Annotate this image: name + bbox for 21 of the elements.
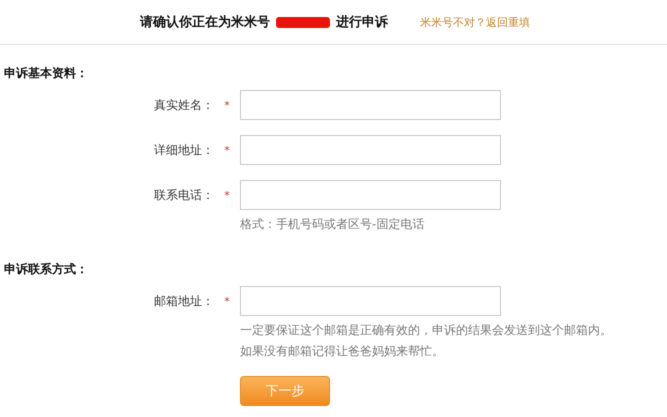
- input-field[interactable]: [240, 90, 501, 120]
- required-mark: *: [223, 188, 231, 202]
- required-mark: *: [223, 294, 231, 308]
- field-label: 邮箱地址：: [153, 292, 214, 310]
- input-field[interactable]: [240, 286, 501, 316]
- page-title: 进行申诉: [336, 14, 388, 31]
- field-label: 详细地址：: [153, 142, 214, 158]
- section-heading: 申诉基本资料：: [3, 65, 89, 82]
- hint-text: 一定要保证这个邮箱是正确有效的，申诉的结果会发送到这个邮箱内。: [240, 322, 613, 339]
- hint-text: 如果没有邮箱记得让爸爸妈妈来帮忙。: [240, 343, 445, 360]
- input-field[interactable]: [240, 180, 501, 210]
- field-label: 真实姓名：: [153, 96, 214, 114]
- back-link[interactable]: 米米号不对？返回重填: [420, 14, 530, 30]
- page-title: 请确认你正在为米米号: [140, 14, 270, 31]
- input-field[interactable]: [240, 135, 501, 165]
- required-mark: *: [223, 144, 231, 156]
- section-heading: 申诉联系方式：: [3, 261, 89, 278]
- next-button[interactable]: 下一步: [240, 376, 330, 406]
- required-mark: *: [223, 98, 231, 112]
- hint-text: 格式：手机号码或者区号-固定电话: [240, 216, 426, 233]
- field-label: 联系电话：: [153, 186, 214, 204]
